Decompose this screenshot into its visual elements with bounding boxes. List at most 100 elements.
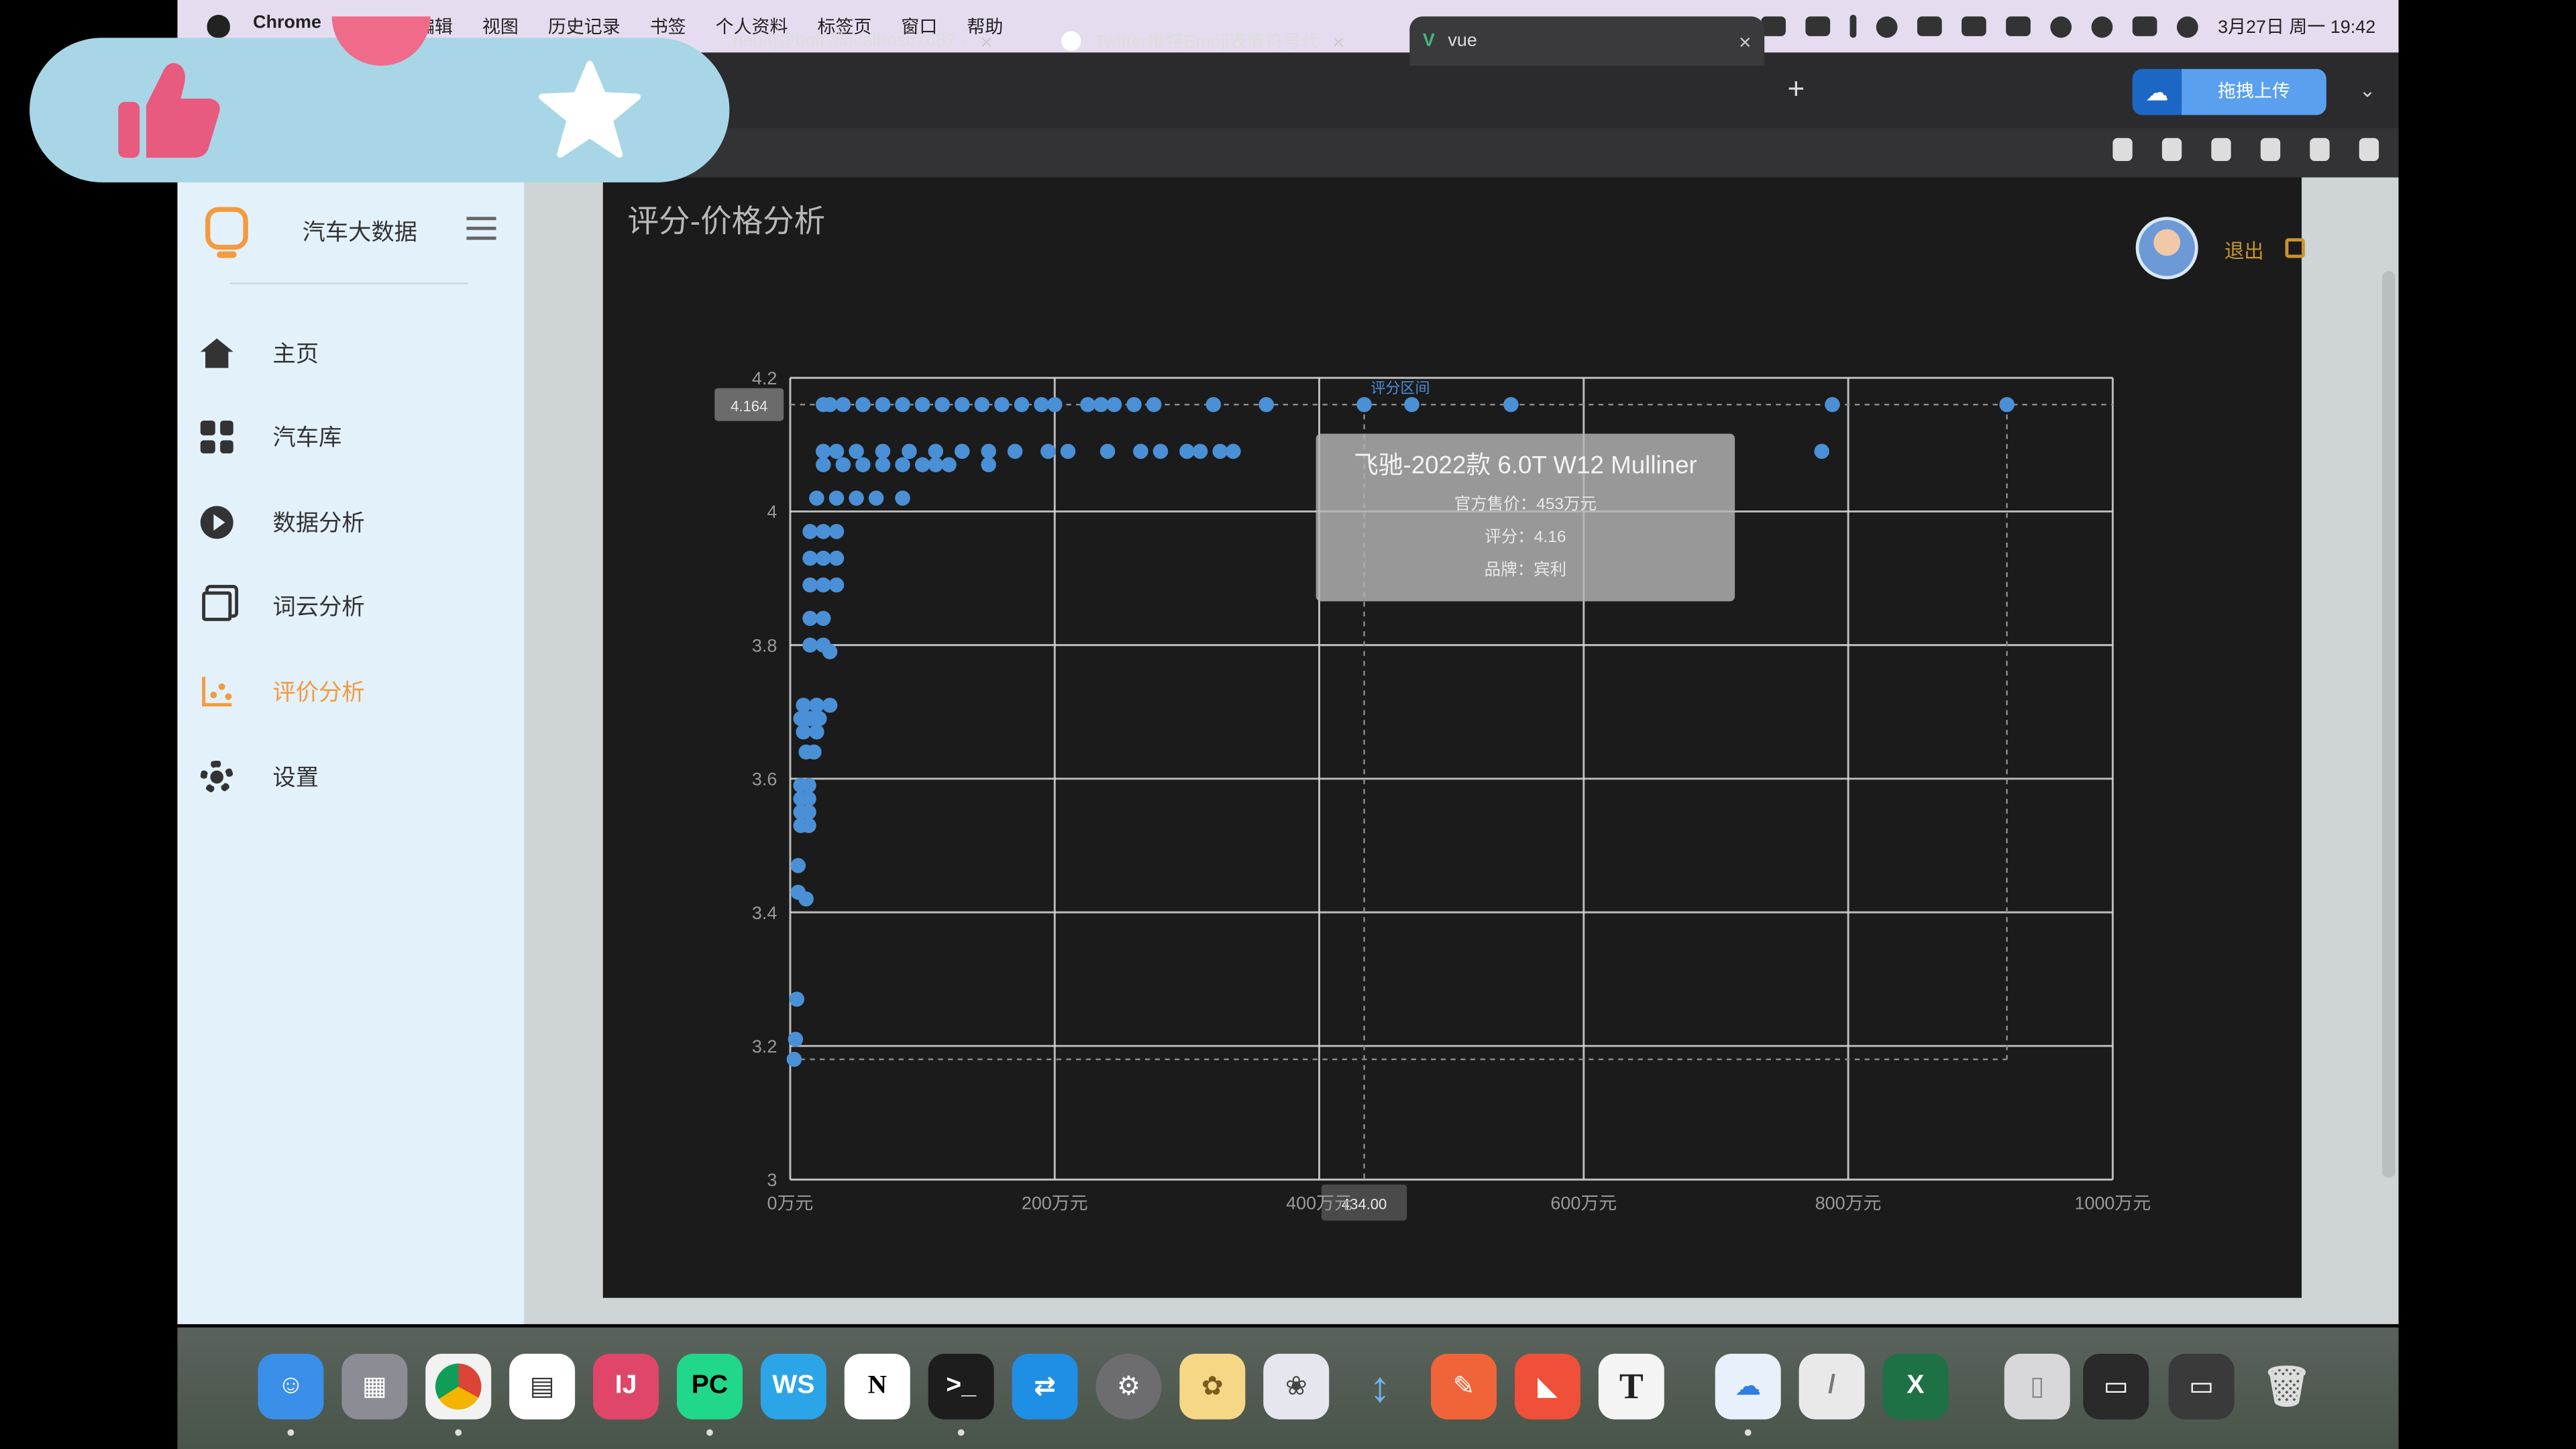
chrome-icon[interactable] [425,1353,492,1419]
data-point [1106,396,1122,413]
sidebar-item-wordcloud[interactable]: 词云分析 [197,582,365,631]
data-point [828,490,845,506]
browser-tab-vue[interactable]: V vue × [1409,16,1765,66]
pycharm-icon[interactable]: PC [676,1353,743,1419]
profile-icon[interactable] [2310,138,2330,162]
browser-tab-twitter[interactable]: Twitter推特Emoji表情符号代 × [1051,16,1403,65]
tab-title: vue [1448,31,1477,51]
clip-icon[interactable] [1962,16,1986,36]
side-panel-icon[interactable] [2260,138,2281,162]
wifi-icon[interactable] [2050,15,2072,38]
data-point [994,396,1010,413]
menu-item-history[interactable]: 历史记录 [548,13,621,40]
data-point [875,457,891,473]
new-tab-button[interactable]: + [1787,72,1805,107]
preview-app-icon[interactable]: ❀ [1263,1353,1330,1419]
sidebar-item-settings[interactable]: 设置 [197,753,319,802]
transfer-icon[interactable] [1849,15,1857,38]
data-point [914,457,930,473]
data-point [895,396,910,413]
browser-tab-neo4j[interactable]: neo4j@bolt://localhost:7687 - × [733,16,1035,65]
menu-item-view[interactable]: 视图 [482,13,519,40]
bookmark-star-icon[interactable] [2211,138,2231,162]
share-icon[interactable] [2161,138,2182,162]
file-icon[interactable]: ▯ [2004,1353,2070,1419]
tab-title: neo4j@bolt://localhost:7687 - [733,31,967,51]
notes-app-icon[interactable]: ✿ [1179,1353,1246,1419]
data-point [822,644,838,659]
data-point [895,457,910,473]
running-indicator [455,1429,462,1436]
y-tick-label: 3 [767,1170,777,1190]
close-icon[interactable]: × [1332,29,1345,54]
launchpad-icon[interactable]: ▦ [341,1353,408,1419]
video-icon[interactable] [1805,16,1831,36]
data-point [801,818,816,833]
calendar-icon[interactable]: ▤ [509,1353,576,1419]
window-preview-icon[interactable]: ▭ [2083,1353,2149,1419]
excel-icon[interactable]: X [1882,1353,1949,1419]
spotlight-search-icon[interactable] [2091,15,2113,38]
data-point [928,457,944,473]
close-icon[interactable]: × [980,29,993,54]
data-point [941,457,957,473]
sidebar-item-home[interactable]: 主页 [197,329,319,378]
notion-icon[interactable]: N [844,1353,910,1419]
play-icon [197,502,237,542]
data-point [1099,443,1116,460]
webstorm-icon[interactable]: WS [760,1353,826,1419]
chart-icon [197,672,237,712]
data-point [1040,443,1056,460]
vue-logo-icon: V [1422,31,1435,51]
finder-icon[interactable]: ☺ [258,1353,324,1419]
pdf-app-icon[interactable]: ◣ [1514,1353,1580,1419]
page-scrollbar[interactable] [2382,271,2396,1178]
rating-price-scatter-chart[interactable]: 4.164434.00评分区间 33.23.43.63.844.20万元 200万… [603,177,2302,1297]
remote-desktop-icon[interactable]: ⇄ [1012,1353,1078,1419]
chevron-down-icon[interactable]: ⌄ [2359,79,2376,102]
hamburger-menu-icon[interactable] [466,217,496,240]
upload-button[interactable]: ☁ 拖拽上传 [2132,68,2326,115]
close-icon[interactable]: × [1739,29,1752,54]
data-point [801,791,816,806]
sidebar-item-rating-analysis[interactable]: 评价分析 [197,667,365,716]
key-icon[interactable] [2112,138,2133,162]
tooltip-rating: 评分：4.16 [1485,529,1566,547]
typora-icon[interactable]: T [1598,1353,1664,1419]
menu-item-bookmarks[interactable]: 书签 [650,13,686,40]
app-title: 汽车大数据 [302,218,418,245]
textedit-icon[interactable]: / [1799,1353,1865,1419]
cloud-drive-icon[interactable]: ☁ [1715,1353,1781,1419]
sidebar-item-data-analysis[interactable]: 数据分析 [197,498,365,547]
siri-icon[interactable] [2176,15,2198,38]
data-point [801,777,816,794]
star-icon[interactable] [535,59,644,161]
screen-record-icon[interactable] [1761,16,1786,36]
transfer-app-icon[interactable]: ↕ [1347,1354,1413,1419]
tooltip-title: 飞驰-2022款 6.0T W12 Mulliner [1353,451,1697,480]
system-settings-icon[interactable]: ⚙ [1095,1353,1162,1419]
menu-item-app[interactable]: Chrome [253,13,321,40]
data-point [1146,396,1162,413]
tooltip-price: 官方售价：453万元 [1454,496,1597,515]
menubar-clock[interactable]: 3月27日 周一 19:42 [2218,13,2375,40]
text-tool-icon[interactable] [1917,16,1942,36]
cloud-icon[interactable] [1876,15,1898,38]
battery-icon[interactable] [2006,16,2031,36]
data-point [875,443,891,460]
data-point [1258,396,1274,413]
sidebar-item-car-library[interactable]: 汽车库 [197,413,341,462]
more-menu-icon[interactable] [2359,138,2379,162]
sidebar-item-label: 主页 [272,339,319,367]
grid-icon [197,417,237,457]
apple-menu-icon[interactable] [207,15,230,38]
window-preview-icon[interactable]: ▭ [2168,1353,2235,1419]
terminal-icon[interactable]: >_ [928,1353,994,1419]
pen-app-icon[interactable]: ✎ [1431,1353,1497,1419]
status-area: 3月27日 周一 19:42 [1761,0,2375,52]
data-point [1126,396,1142,413]
thumbs-up-icon[interactable] [115,59,223,161]
control-center-icon[interactable] [2132,16,2157,36]
trash-icon[interactable]: 🗑 [2254,1354,2320,1419]
intellij-icon[interactable]: IJ [593,1353,659,1419]
